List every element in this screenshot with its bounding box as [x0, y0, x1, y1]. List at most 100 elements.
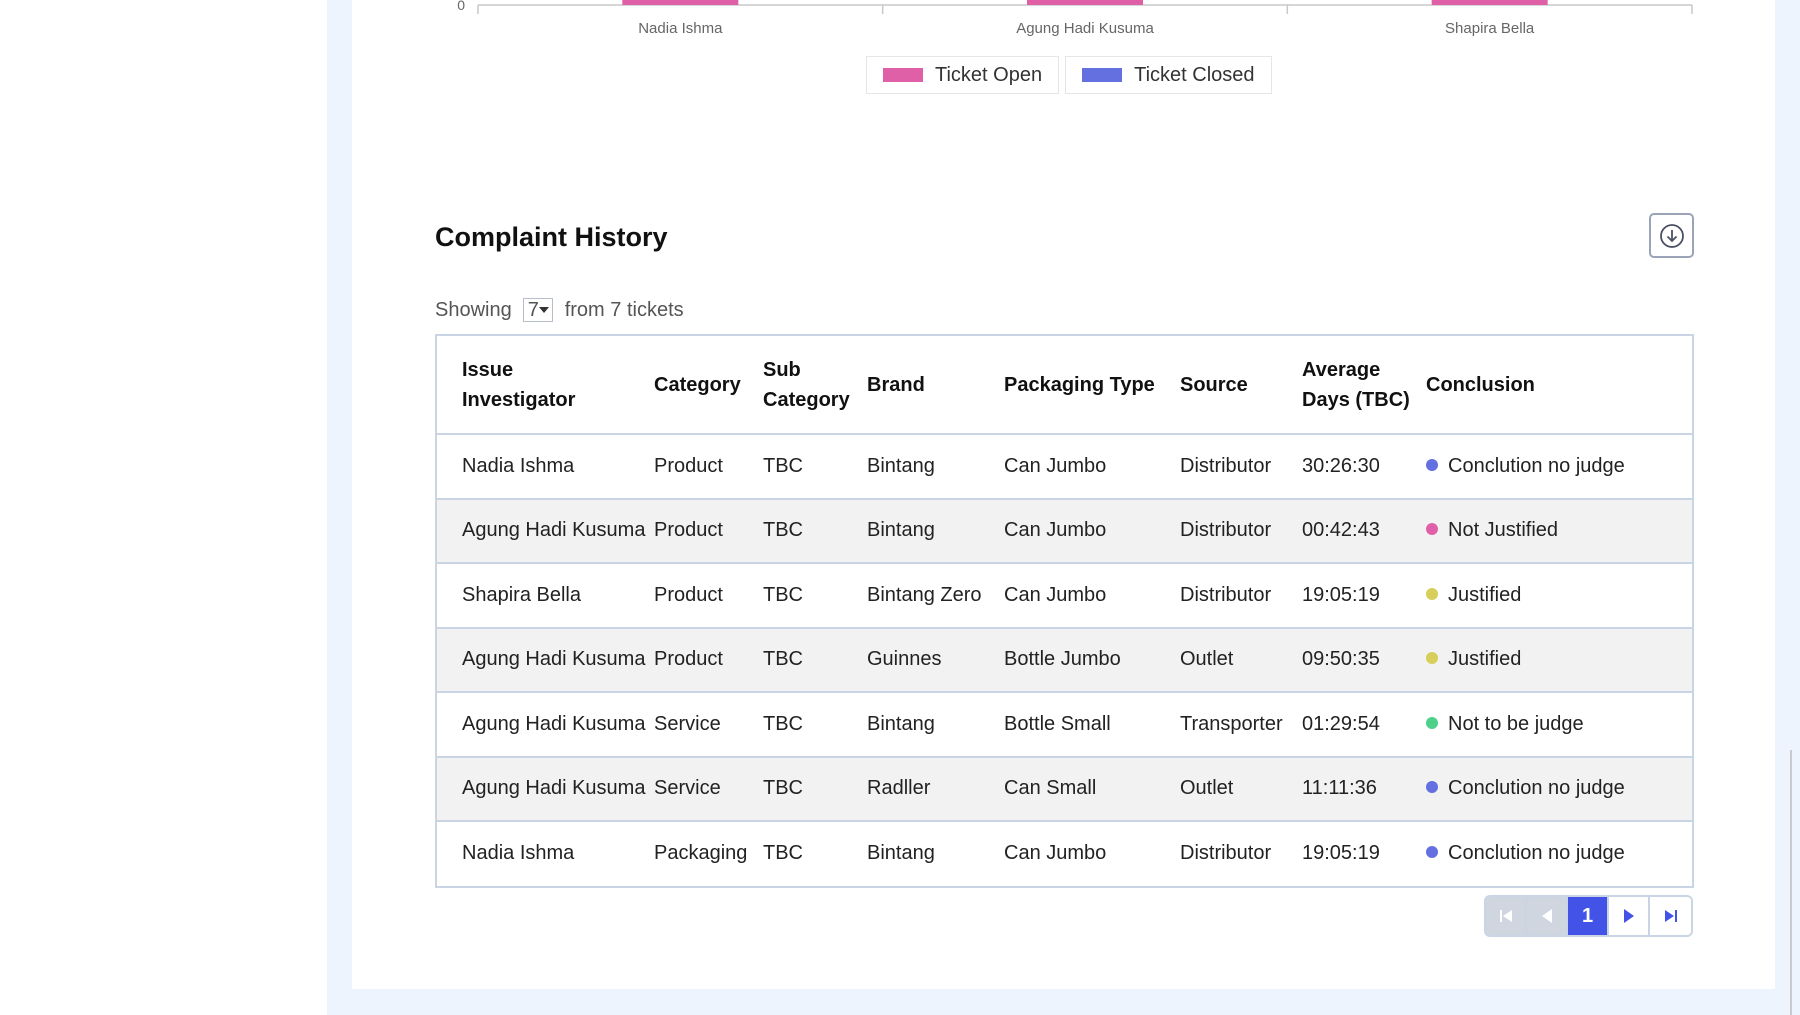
conclusion-label: Conclution no judge	[1448, 842, 1625, 865]
x-tick-label: Nadia Ishma	[638, 20, 723, 37]
y-tick-label: 0	[457, 0, 465, 13]
cell-source: Distributor	[1180, 563, 1302, 629]
column-header-issue-investigator[interactable]: Issue Investigator	[437, 336, 654, 435]
conclusion-status-dot	[1426, 458, 1438, 471]
table-row[interactable]: Nadia Ishma Packaging TBC Bintang Can Jumbo D…	[437, 821, 1692, 886]
next-page-icon	[1623, 909, 1634, 923]
cell-sub-category: TBC	[763, 692, 867, 758]
cell-category: Product	[654, 498, 763, 564]
section-title: Complaint History	[435, 222, 668, 252]
cell-investigator: Shapira Bella	[437, 563, 654, 629]
table-row[interactable]: Agung Hadi Kusuma Service TBC Bintang Bottle…	[437, 692, 1692, 758]
cell-category: Service	[654, 756, 763, 822]
legend-item[interactable]: Ticket Open	[866, 56, 1060, 94]
page-size-value: 7	[527, 298, 539, 321]
conclusion-label: Justified	[1448, 583, 1522, 606]
table-row[interactable]: Agung Hadi Kusuma Product TBC Guinnes Bottle…	[437, 627, 1692, 693]
download-icon	[1659, 223, 1684, 248]
table-row[interactable]: Agung Hadi Kusuma Service TBC Radller Can Sm…	[437, 756, 1692, 822]
cell-packaging-type: Bottle Small	[1004, 692, 1180, 758]
previous-page-icon	[1541, 909, 1552, 923]
cell-sub-category: TBC	[763, 498, 867, 564]
cell-investigator: Nadia Ishma	[462, 842, 575, 865]
x-tick-label: Agung Hadi Kusuma	[1016, 20, 1154, 37]
cell-category: Packaging	[654, 842, 748, 865]
current-page-number: 1	[1581, 904, 1594, 927]
conclusion-status-dot	[1426, 652, 1438, 665]
conclusion-status-dot	[1426, 846, 1438, 859]
cell-average-days: 19:05:19	[1302, 842, 1380, 865]
cell-brand: Radller	[867, 756, 1004, 822]
bar-ticket-open	[622, 0, 739, 5]
showing-label: Showing	[435, 298, 512, 321]
column-header-source[interactable]: Source	[1180, 336, 1302, 435]
cell-investigator: Agung Hadi Kusuma	[437, 627, 654, 693]
table-row[interactable]: Agung Hadi Kusuma Product TBC Bintang Can Ju…	[437, 498, 1692, 564]
cell-source: Distributor	[1180, 498, 1302, 564]
column-header-category[interactable]: Category	[654, 336, 763, 435]
download-button[interactable]	[1649, 213, 1694, 258]
conclusion-label: Not Justified	[1448, 519, 1559, 542]
cell-source: Outlet	[1180, 756, 1302, 822]
cell-packaging-type: Can Small	[1004, 756, 1180, 822]
table-header-row: Issue Investigator Category Sub Category B…	[437, 336, 1692, 435]
cell-conclusion: Not to be judge	[1426, 692, 1692, 758]
cell-packaging-type: Bottle Jumbo	[1004, 627, 1180, 693]
cell-average-days: 11:11:36	[1302, 756, 1426, 822]
previous-page-button[interactable]	[1527, 897, 1568, 935]
cell-conclusion: Conclution no judge	[1426, 434, 1692, 500]
cell-source: Distributor	[1180, 842, 1272, 865]
cell-category: Service	[654, 692, 763, 758]
cell-average-days: 19:05:19	[1302, 563, 1426, 629]
column-header-sub-category[interactable]: Sub Category	[763, 336, 867, 435]
conclusion-label: Justified	[1448, 648, 1522, 671]
conclusion-status-dot	[1426, 716, 1438, 729]
bar-ticket-open	[1431, 0, 1548, 5]
last-page-button[interactable]	[1650, 897, 1691, 935]
cell-sub-category: TBC	[763, 434, 867, 500]
column-header-packaging-type[interactable]: Packaging Type	[1004, 336, 1180, 435]
cell-source: Outlet	[1180, 627, 1302, 693]
cell-conclusion: Justified	[1426, 563, 1692, 629]
column-header-average-days[interactable]: Average Days (TBC)	[1302, 336, 1426, 435]
cell-packaging-type: Can Jumbo	[1004, 434, 1180, 500]
cell-investigator: Nadia Ishma	[437, 434, 654, 500]
cell-conclusion: Conclution no judge	[1426, 756, 1692, 822]
cell-packaging-type: Can Jumbo	[1004, 498, 1180, 564]
cell-average-days: 09:50:35	[1302, 627, 1426, 693]
caret-down-icon	[538, 307, 549, 313]
legend-swatch	[883, 68, 923, 82]
conclusion-label: Not to be judge	[1448, 712, 1584, 735]
cell-sub-category: TBC	[763, 842, 803, 865]
cell-source: Transporter	[1180, 692, 1302, 758]
cell-brand: Bintang Zero	[867, 563, 1004, 629]
legend-label: Ticket Open	[935, 63, 1043, 86]
cell-investigator: Agung Hadi Kusuma	[437, 692, 654, 758]
first-page-button[interactable]	[1486, 897, 1527, 935]
page-size-select[interactable]: 7	[522, 298, 553, 322]
conclusion-status-dot	[1426, 587, 1438, 600]
cell-brand: Bintang	[867, 842, 935, 865]
x-tick-label: Shapira Bella	[1445, 20, 1535, 37]
cell-sub-category: TBC	[763, 756, 867, 822]
legend-item[interactable]: Ticket Closed	[1065, 56, 1272, 94]
cell-brand: Guinnes	[867, 627, 1004, 693]
cell-conclusion: Not Justified	[1426, 498, 1692, 564]
cell-investigator: Agung Hadi Kusuma	[437, 756, 654, 822]
table-row[interactable]: Shapira Bella Product TBC Bintang Zero Can J…	[437, 563, 1692, 629]
column-header-brand[interactable]: Brand	[867, 336, 1004, 435]
pagination: 1	[1484, 895, 1693, 937]
column-header-conclusion[interactable]: Conclusion	[1426, 336, 1692, 435]
bar-ticket-open	[1027, 0, 1143, 5]
chart-legend: Ticket Open Ticket Closed	[866, 56, 1272, 94]
cell-average-days: 01:29:54	[1302, 692, 1426, 758]
cell-source: Distributor	[1180, 434, 1302, 500]
conclusion-status-dot	[1426, 523, 1438, 536]
page-1-button[interactable]: 1	[1568, 897, 1609, 935]
cell-brand: Bintang	[867, 692, 1004, 758]
showing-suffix: from 7 tickets	[564, 298, 684, 321]
table-row[interactable]: Nadia Ishma Product TBC Bintang Can Jumbo Dis…	[437, 434, 1692, 500]
cell-packaging-type: Can Jumbo	[1004, 842, 1107, 865]
next-page-button[interactable]	[1609, 897, 1650, 935]
scrollbar[interactable]	[1790, 750, 1792, 1015]
